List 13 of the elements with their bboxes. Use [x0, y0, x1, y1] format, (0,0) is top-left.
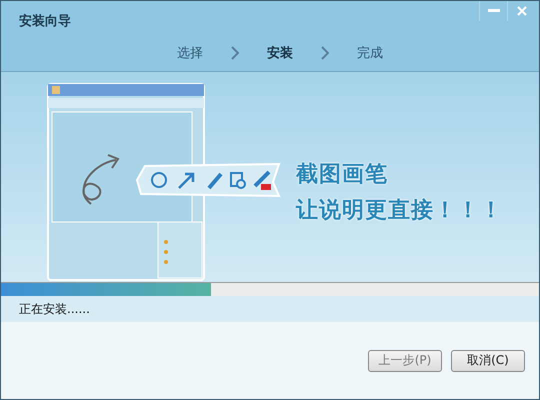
- chevron-icon: [231, 46, 239, 60]
- window-title: 安装向导: [18, 12, 71, 31]
- tagline: 让说明更直接！！！: [296, 197, 503, 225]
- wizard-button[interactable]: 取消(C): [451, 350, 525, 372]
- minimize-icon: [488, 9, 500, 13]
- status-text: 正在安装......: [19, 300, 90, 318]
- drawing-tools-icon: [133, 162, 283, 198]
- close-icon: [516, 6, 526, 16]
- step-label: 完成: [357, 45, 383, 62]
- headline: 截图画笔: [296, 161, 389, 189]
- step-label: 安装: [267, 44, 293, 62]
- step-label: 选择: [177, 45, 203, 62]
- chevron-icon: [321, 46, 329, 60]
